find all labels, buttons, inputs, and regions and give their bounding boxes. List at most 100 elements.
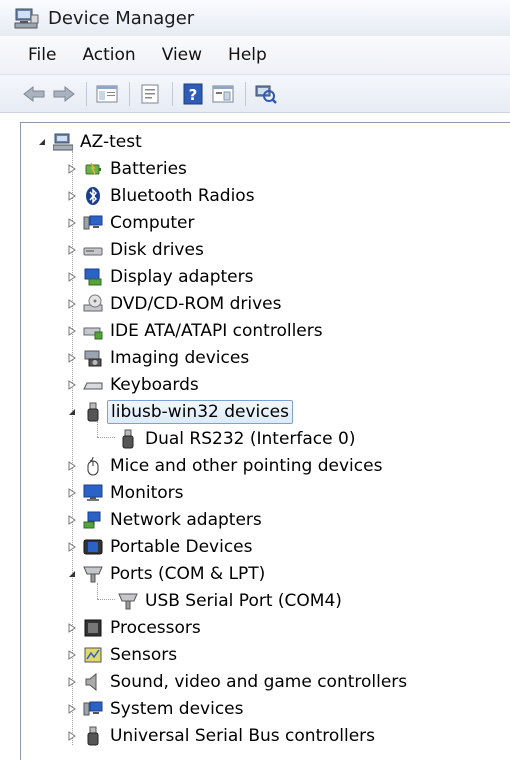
tree-node-disk-drives[interactable]: Disk drives: [67, 237, 207, 263]
properties-icon: [141, 84, 159, 103]
tree-node-sound-video-game[interactable]: Sound, video and game controllers: [67, 669, 410, 695]
speaker-icon: [83, 672, 103, 692]
tree-node-label: Bluetooth Radios: [110, 186, 255, 206]
usb-plug-icon: [83, 726, 103, 746]
title-bar: Device Manager: [0, 0, 510, 36]
tree-node-label: DVD/CD-ROM drives: [110, 294, 282, 314]
processor-icon: [83, 618, 103, 638]
tree-node-label: Sensors: [110, 645, 178, 665]
tree-node-label: Dual RS232 (Interface 0): [145, 429, 356, 449]
tree-node-label: libusb-win32 devices: [107, 400, 293, 424]
tree-node-processors[interactable]: Processors: [67, 615, 204, 641]
device-manager-icon: [14, 8, 39, 29]
run-icon: [212, 85, 234, 102]
menu-file[interactable]: File: [24, 43, 60, 67]
collapsed-triangle-icon[interactable]: [67, 515, 77, 525]
tree-child-dual-rs232[interactable]: Dual RS232 (Interface 0): [118, 426, 358, 452]
tree-node-label: Processors: [110, 618, 201, 638]
tree-node-label: Computer: [110, 213, 195, 233]
tree-node-ports-com-lpt[interactable]: Ports (COM & LPT): [67, 561, 268, 587]
collapsed-triangle-icon[interactable]: [67, 245, 77, 255]
bluetooth-icon: [83, 186, 103, 206]
collapsed-triangle-icon[interactable]: [67, 461, 77, 471]
camera-icon: [83, 348, 103, 368]
tree-node-libusb-win32-devices[interactable]: libusb-win32 devices: [67, 399, 293, 425]
forward-button[interactable]: [50, 80, 78, 108]
tree-node-label: System devices: [110, 699, 244, 719]
collapsed-triangle-icon[interactable]: [67, 353, 77, 363]
tree-node-system-devices[interactable]: System devices: [67, 696, 247, 722]
tree-child-usb-serial-port[interactable]: USB Serial Port (COM4): [118, 588, 345, 614]
usb-plug-icon: [118, 429, 138, 449]
collapsed-triangle-icon[interactable]: [67, 191, 77, 201]
tree-node-sensors[interactable]: Sensors: [67, 642, 180, 668]
help-icon: ?: [183, 83, 203, 104]
portable-device-icon: [83, 537, 103, 557]
keyboard-icon: [83, 375, 103, 395]
expanded-triangle-icon[interactable]: [37, 137, 47, 147]
computer-icon: [83, 213, 103, 233]
tree-node-computer[interactable]: Computer: [67, 210, 198, 236]
scan-hardware-button[interactable]: [252, 80, 280, 108]
tree-node-label: Monitors: [110, 483, 184, 503]
collapsed-triangle-icon[interactable]: [67, 272, 77, 282]
window-title: Device Manager: [48, 7, 195, 29]
expanded-triangle-icon[interactable]: [67, 407, 77, 417]
collapsed-triangle-icon[interactable]: [67, 677, 77, 687]
device-tree[interactable]: AZ-test Batteries Bluetooth Radios Compu…: [20, 122, 510, 760]
collapsed-triangle-icon[interactable]: [67, 218, 77, 228]
collapsed-triangle-icon[interactable]: [67, 542, 77, 552]
menu-bar: File Action View Help: [0, 36, 510, 75]
collapsed-triangle-icon[interactable]: [67, 650, 77, 660]
tree-node-label: IDE ATA/ATAPI controllers: [110, 321, 323, 341]
show-hide-tree-button[interactable]: [93, 80, 121, 108]
help-button[interactable]: ?: [179, 80, 207, 108]
tree-node-label: Sound, video and game controllers: [110, 672, 408, 692]
collapsed-triangle-icon[interactable]: [67, 488, 77, 498]
tree-node-label: Mice and other pointing devices: [110, 456, 383, 476]
display-adapter-icon: [83, 267, 103, 287]
collapsed-triangle-icon[interactable]: [67, 299, 77, 309]
toolbar-separator: [86, 81, 87, 106]
collapsed-triangle-icon[interactable]: [67, 704, 77, 714]
toolbar-separator: [172, 81, 173, 106]
monitor-icon: [83, 483, 103, 503]
tree-node-label: Disk drives: [110, 240, 204, 260]
collapsed-triangle-icon[interactable]: [67, 623, 77, 633]
ide-controller-icon: [83, 321, 103, 341]
tree-node-ide-ata-atapi-controllers[interactable]: IDE ATA/ATAPI controllers: [67, 318, 326, 344]
tree-node-label: Ports (COM & LPT): [110, 564, 266, 584]
tree-node-label: USB Serial Port (COM4): [145, 591, 342, 611]
tree-node-label: Portable Devices: [110, 537, 253, 557]
collapsed-triangle-icon[interactable]: [67, 326, 77, 336]
port-icon: [118, 591, 138, 611]
collapsed-triangle-icon[interactable]: [67, 164, 77, 174]
menu-view[interactable]: View: [158, 43, 206, 67]
tree-node-network-adapters[interactable]: Network adapters: [67, 507, 265, 533]
tree-connector: [97, 599, 115, 600]
tree-node-portable-devices[interactable]: Portable Devices: [67, 534, 256, 560]
system-device-icon: [83, 699, 103, 719]
tree-node-batteries[interactable]: Batteries: [67, 156, 190, 182]
expanded-triangle-icon[interactable]: [67, 569, 77, 579]
collapsed-triangle-icon[interactable]: [67, 380, 77, 390]
tree-node-usb-controllers[interactable]: Universal Serial Bus controllers: [67, 723, 378, 749]
tree-node-dvd-cd-rom-drives[interactable]: DVD/CD-ROM drives: [67, 291, 284, 317]
menu-action[interactable]: Action: [78, 43, 139, 67]
tree-node-monitors[interactable]: Monitors: [67, 480, 186, 506]
dvd-drive-icon: [83, 294, 103, 314]
tree-node-keyboards[interactable]: Keyboards: [67, 372, 202, 398]
menu-help[interactable]: Help: [224, 43, 271, 67]
properties-button[interactable]: [136, 80, 164, 108]
back-button[interactable]: [20, 80, 48, 108]
tree-connector: [97, 437, 115, 438]
tree-node-display-adapters[interactable]: Display adapters: [67, 264, 256, 290]
usb-plug-icon: [83, 402, 103, 422]
tree-root-node[interactable]: AZ-test: [37, 129, 145, 155]
tree-node-label: Display adapters: [110, 267, 254, 287]
tree-node-imaging-devices[interactable]: Imaging devices: [67, 345, 252, 371]
run-button[interactable]: [209, 80, 237, 108]
collapsed-triangle-icon[interactable]: [67, 731, 77, 741]
tree-node-bluetooth-radios[interactable]: Bluetooth Radios: [67, 183, 258, 209]
tree-node-mice[interactable]: Mice and other pointing devices: [67, 453, 385, 479]
